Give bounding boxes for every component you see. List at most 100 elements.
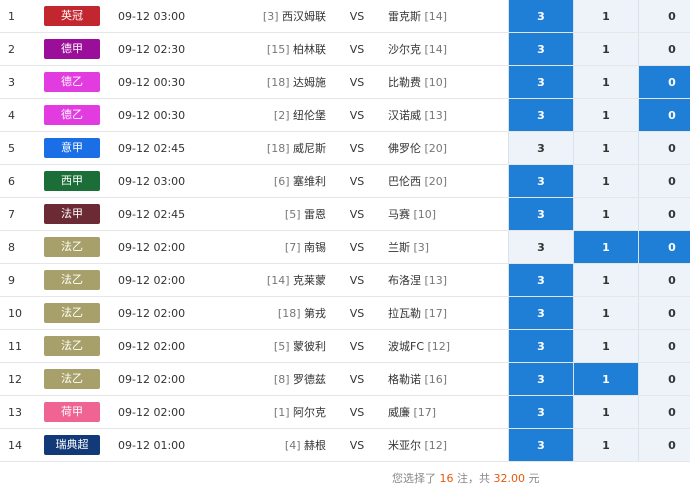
option-loss-button[interactable]: 0 <box>639 198 690 231</box>
away-team-cell: 佛罗伦 [20] <box>388 132 509 165</box>
match-time: 09-12 02:45 <box>118 142 185 155</box>
away-rank: [12] <box>425 439 448 452</box>
option-loss-button[interactable]: 0 <box>639 363 690 396</box>
home-team-cell: [18] 第戎 <box>242 297 326 330</box>
vs-label: VS <box>350 406 365 419</box>
home-team: 达姆施 <box>293 76 326 89</box>
home-team: 蒙彼利 <box>293 340 326 353</box>
option-loss-button[interactable]: 0 <box>639 231 690 264</box>
option-draw-button[interactable]: 1 <box>574 66 639 99</box>
option-win-button[interactable]: 3 <box>509 132 574 165</box>
league-cell: 意甲 <box>44 132 108 165</box>
vs-label: VS <box>350 439 365 452</box>
home-rank: [6] <box>274 175 290 188</box>
option-draw-button[interactable]: 1 <box>574 231 639 264</box>
option-loss-button[interactable]: 0 <box>639 165 690 198</box>
option-win-button[interactable]: 3 <box>509 231 574 264</box>
option-win-button[interactable]: 3 <box>509 330 574 363</box>
home-team: 南锡 <box>304 241 326 254</box>
home-rank: [5] <box>285 208 301 221</box>
away-team-cell: 拉瓦勒 [17] <box>388 297 509 330</box>
league-badge: 德甲 <box>44 39 100 59</box>
summary-suffix: 元 <box>529 472 540 485</box>
match-number: 4 <box>8 109 15 122</box>
option-win-button[interactable]: 3 <box>509 396 574 429</box>
option-draw-button[interactable]: 1 <box>574 264 639 297</box>
away-team: 比勒费 <box>388 76 421 89</box>
home-rank: [8] <box>274 373 290 386</box>
match-time: 09-12 03:00 <box>118 10 185 23</box>
option-loss-button[interactable]: 0 <box>639 132 690 165</box>
match-number: 8 <box>8 241 15 254</box>
away-team-cell: 马赛 [10] <box>388 198 509 231</box>
match-number-cell: 2 <box>0 33 44 66</box>
option-draw-button[interactable]: 1 <box>574 297 639 330</box>
option-draw-button[interactable]: 1 <box>574 132 639 165</box>
match-row: 12法乙09-12 02:00[8] 罗德兹VS格勒诺 [16]310 <box>0 363 690 396</box>
match-number: 5 <box>8 142 15 155</box>
option-loss-button[interactable]: 0 <box>639 429 690 462</box>
summary-prefix: 您选择了 <box>392 472 436 485</box>
match-number-cell: 11 <box>0 330 44 363</box>
option-loss-button[interactable]: 0 <box>639 264 690 297</box>
option-draw-button[interactable]: 1 <box>574 330 639 363</box>
match-number-cell: 8 <box>0 231 44 264</box>
match-number-cell: 13 <box>0 396 44 429</box>
away-rank: [20] <box>425 142 448 155</box>
option-loss-button[interactable]: 0 <box>639 66 690 99</box>
option-loss-button[interactable]: 0 <box>639 396 690 429</box>
option-win-button[interactable]: 3 <box>509 297 574 330</box>
home-team-cell: [2] 纽伦堡 <box>242 99 326 132</box>
match-number: 12 <box>8 373 22 386</box>
option-win-button[interactable]: 3 <box>509 66 574 99</box>
match-row: 8法乙09-12 02:00[7] 南锡VS兰斯 [3]310 <box>0 231 690 264</box>
option-draw-button[interactable]: 1 <box>574 429 639 462</box>
option-draw-button[interactable]: 1 <box>574 396 639 429</box>
option-draw-button[interactable]: 1 <box>574 33 639 66</box>
match-time: 09-12 00:30 <box>118 109 185 122</box>
league-badge: 法甲 <box>44 204 100 224</box>
home-rank: [5] <box>274 340 290 353</box>
match-number: 9 <box>8 274 15 287</box>
away-team: 汉诺威 <box>388 109 421 122</box>
option-loss-button[interactable]: 0 <box>639 0 690 33</box>
away-team-cell: 布洛涅 [13] <box>388 264 509 297</box>
option-loss-button[interactable]: 0 <box>639 99 690 132</box>
option-draw-button[interactable]: 1 <box>574 165 639 198</box>
away-rank: [17] <box>425 307 448 320</box>
away-rank: [13] <box>425 109 448 122</box>
option-win-button[interactable]: 3 <box>509 0 574 33</box>
vs-cell: VS <box>326 33 388 66</box>
option-draw-button[interactable]: 1 <box>574 363 639 396</box>
home-team-cell: [18] 达姆施 <box>242 66 326 99</box>
league-badge: 法乙 <box>44 369 100 389</box>
option-win-button[interactable]: 3 <box>509 99 574 132</box>
option-win-button[interactable]: 3 <box>509 165 574 198</box>
option-win-button[interactable]: 3 <box>509 198 574 231</box>
home-team-cell: [5] 蒙彼利 <box>242 330 326 363</box>
option-draw-button[interactable]: 1 <box>574 0 639 33</box>
option-loss-button[interactable]: 0 <box>639 297 690 330</box>
match-row: 4德乙09-12 00:30[2] 纽伦堡VS汉诺威 [13]310 <box>0 99 690 132</box>
option-win-button[interactable]: 3 <box>509 33 574 66</box>
option-loss-button[interactable]: 0 <box>639 330 690 363</box>
option-draw-button[interactable]: 1 <box>574 198 639 231</box>
match-time: 09-12 02:45 <box>118 208 185 221</box>
match-number-cell: 6 <box>0 165 44 198</box>
away-team: 拉瓦勒 <box>388 307 421 320</box>
option-win-button[interactable]: 3 <box>509 429 574 462</box>
option-loss-button[interactable]: 0 <box>639 33 690 66</box>
away-rank: [14] <box>425 10 448 23</box>
home-team: 赫根 <box>304 439 326 452</box>
home-team-cell: [7] 南锡 <box>242 231 326 264</box>
option-draw-button[interactable]: 1 <box>574 99 639 132</box>
away-team-cell: 巴伦西 [20] <box>388 165 509 198</box>
match-rows: 1英冠09-12 03:00[3] 西汉姆联VS雷克斯 [14]3102德甲09… <box>0 0 690 462</box>
match-time: 09-12 01:00 <box>118 439 185 452</box>
match-row: 11法乙09-12 02:00[5] 蒙彼利VS波城FC [12]310 <box>0 330 690 363</box>
option-win-button[interactable]: 3 <box>509 363 574 396</box>
option-win-button[interactable]: 3 <box>509 264 574 297</box>
vs-label: VS <box>350 76 365 89</box>
match-time-cell: 09-12 00:30 <box>108 66 242 99</box>
away-rank: [16] <box>425 373 448 386</box>
